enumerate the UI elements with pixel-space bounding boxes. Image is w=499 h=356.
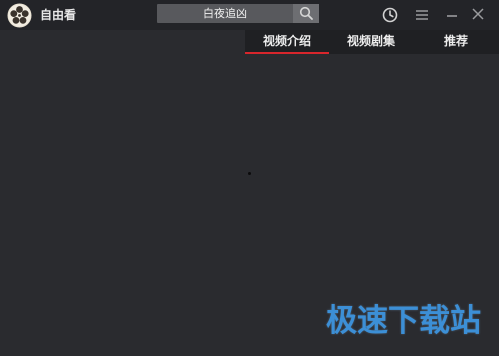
tab-bar: 视频介绍 视频剧集 推荐 <box>245 30 499 54</box>
tab-recommend[interactable]: 推荐 <box>413 30 499 54</box>
active-tab-underline <box>245 52 329 54</box>
loading-indicator <box>248 172 251 175</box>
tab-video-intro[interactable]: 视频介绍 <box>245 30 329 54</box>
search-box[interactable]: 白夜追凶 <box>157 4 319 23</box>
minimize-icon <box>447 15 457 17</box>
search-button[interactable] <box>293 4 319 23</box>
search-icon <box>299 6 313 20</box>
search-input[interactable]: 白夜追凶 <box>157 4 293 23</box>
tab-label: 视频介绍 <box>262 34 311 48</box>
clock-icon <box>382 7 398 23</box>
film-reel-icon <box>7 3 32 28</box>
title-bar: 自由看 白夜追凶 <box>0 0 499 30</box>
close-button[interactable] <box>468 5 488 25</box>
history-button[interactable] <box>380 5 400 25</box>
tab-video-episodes[interactable]: 视频剧集 <box>329 30 413 54</box>
close-icon <box>472 8 484 20</box>
app-title: 自由看 <box>40 8 77 22</box>
tab-label: 推荐 <box>443 34 468 48</box>
tab-label: 视频剧集 <box>346 34 395 48</box>
watermark: 极速下载站 <box>326 303 481 339</box>
minimize-button[interactable] <box>442 5 462 25</box>
menu-icon <box>416 10 428 20</box>
menu-button[interactable] <box>412 5 432 25</box>
